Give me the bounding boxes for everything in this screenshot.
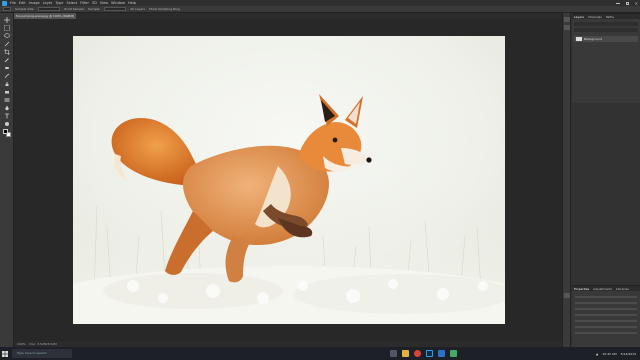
fox-photo[interactable] (73, 36, 505, 324)
photoshop-logo-icon (2, 0, 7, 6)
layer-filter-row[interactable] (574, 22, 638, 26)
blend-mode-row[interactable] (574, 28, 638, 32)
canvas-area[interactable] (14, 19, 562, 347)
layer-background[interactable]: Background (574, 36, 638, 42)
close-icon[interactable]: ✕ (635, 1, 638, 6)
foreground-color-swatch[interactable] (3, 129, 8, 134)
tray-network-icon[interactable]: ▲ (596, 352, 598, 356)
layers-panel: Layers Channels Paths Background (572, 13, 640, 103)
prop-field[interactable] (575, 314, 637, 316)
prop-field[interactable] (575, 302, 637, 304)
quick-selection-tool-icon[interactable] (3, 41, 11, 47)
taskbar-search-input[interactable]: Type here to search (12, 349, 72, 358)
history-panel-icon[interactable] (564, 17, 570, 22)
gradient-tool-icon[interactable] (3, 97, 11, 103)
sample-size-label: Sample Size: (15, 7, 35, 11)
prop-field[interactable] (575, 320, 637, 322)
fox-photo-image (73, 36, 505, 324)
maximize-icon[interactable] (625, 1, 629, 5)
tab-layers[interactable]: Layers (574, 15, 584, 19)
swatches-panel-icon[interactable] (564, 25, 570, 30)
photoshop-taskbar-icon[interactable] (426, 350, 433, 357)
panel-dock: Layers Channels Paths Background Propert… (562, 13, 640, 347)
crop-tool-icon[interactable] (3, 49, 11, 55)
prop-field[interactable] (575, 332, 637, 334)
chrome-icon[interactable] (414, 350, 421, 357)
clock-date[interactable]: 5/14/2019 (621, 352, 636, 356)
store-icon[interactable] (450, 350, 457, 357)
layer-name: Background (584, 37, 602, 41)
file-explorer-icon[interactable] (402, 350, 409, 357)
clock-time[interactable]: 10:42 AM (602, 352, 616, 356)
prop-field[interactable] (575, 308, 637, 310)
mail-icon[interactable] (438, 350, 445, 357)
pen-tool-icon[interactable] (3, 105, 11, 111)
tab-properties[interactable]: Properties (574, 287, 589, 291)
tool-options-bar: Sample Size: Point Sample Sample: All La… (0, 6, 640, 13)
eraser-tool-icon[interactable] (3, 89, 11, 95)
photoshop-window: File Edit Image Layer Type Select Filter… (0, 0, 640, 360)
lasso-tool-icon[interactable] (3, 33, 11, 39)
layer-thumbnail (576, 37, 582, 41)
prop-field[interactable] (575, 326, 637, 328)
tab-libraries[interactable]: Libraries (616, 287, 629, 291)
windows-logo-icon (2, 350, 8, 357)
windows-taskbar: Type here to search ▲ 10:42 AM 5/14/2019 (0, 347, 640, 360)
properties-panel: Properties Adjustments Libraries (572, 285, 640, 347)
sample-size-dropdown[interactable] (38, 7, 61, 11)
document-info: Doc: 3.52M/3.52M (29, 342, 57, 346)
marquee-tool-icon[interactable] (3, 25, 11, 31)
show-sampling-ring-checkbox[interactable]: Show Sampling Ring (149, 7, 180, 11)
sample-dropdown[interactable] (104, 7, 127, 11)
layers-panel-tabs: Layers Channels Paths (572, 14, 640, 19)
zoom-level[interactable]: 100% (17, 342, 26, 346)
pinned-apps (390, 347, 457, 360)
brush-tool-icon[interactable] (3, 73, 11, 79)
tab-channels[interactable]: Channels (588, 15, 602, 19)
properties-panel-icon[interactable] (564, 293, 570, 298)
tab-adjustments[interactable]: Adjustments (593, 287, 612, 291)
start-button[interactable] (0, 347, 10, 360)
healing-brush-tool-icon[interactable] (3, 65, 11, 71)
properties-panel-tabs: Properties Adjustments Libraries (572, 286, 640, 291)
sample-value: All Layers (130, 7, 145, 11)
sample-size-value: Point Sample (64, 7, 85, 11)
prop-field[interactable] (575, 296, 637, 298)
system-tray: ▲ 10:42 AM 5/14/2019 (596, 347, 636, 360)
properties-fields (575, 296, 637, 338)
collapsed-panel-strip (563, 13, 571, 347)
move-tool-icon[interactable] (3, 17, 11, 23)
hand-tool-icon[interactable] (3, 121, 11, 127)
type-tool-icon[interactable] (3, 113, 11, 119)
minimize-icon[interactable] (615, 2, 620, 4)
tool-preset-picker[interactable] (3, 7, 11, 11)
sample-label: Sample: (88, 7, 101, 11)
eyedropper-tool-icon[interactable] (3, 57, 11, 63)
clone-stamp-tool-icon[interactable] (3, 81, 11, 87)
tools-panel (0, 13, 14, 347)
task-view-icon[interactable] (390, 350, 397, 357)
tab-paths[interactable]: Paths (606, 15, 614, 19)
